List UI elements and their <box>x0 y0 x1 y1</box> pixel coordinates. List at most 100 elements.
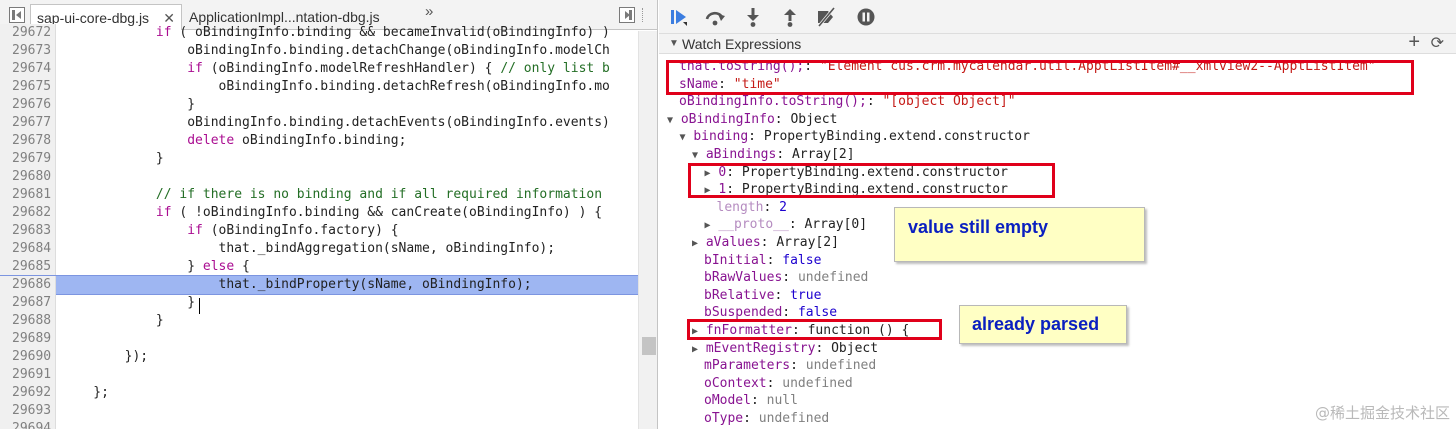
code-line[interactable]: 29679 } <box>0 150 638 168</box>
code-text: }); <box>62 349 149 364</box>
collapsed-arrow-icon[interactable]: ▶ <box>692 344 698 355</box>
code-editor[interactable]: 29672 if ( oBindingInfo.binding && becam… <box>0 24 657 429</box>
line-number[interactable]: 29684 <box>0 240 56 258</box>
line-number[interactable]: 29676 <box>0 96 56 114</box>
line-number[interactable]: 29687 <box>0 294 56 312</box>
line-number[interactable]: 29686 <box>0 276 56 294</box>
code-line[interactable]: 29691 <box>0 366 638 384</box>
more-tabs-icon[interactable]: » <box>425 3 433 20</box>
code-line[interactable]: 29684 that._bindAggregation(sName, oBind… <box>0 240 638 258</box>
watch-separator: : <box>774 287 791 303</box>
line-number[interactable]: 29672 <box>0 24 56 42</box>
watch-expressions-header[interactable]: ▼ Watch Expressions + ⟳ <box>659 32 1456 54</box>
code-line-current[interactable]: 29686 that._bindProperty(sName, oBinding… <box>0 275 639 295</box>
line-number[interactable]: 29675 <box>0 78 56 96</box>
code-line[interactable]: 29683 if (oBindingInfo.factory) { <box>0 222 638 240</box>
watch-separator: : <box>774 111 791 127</box>
scrollbar-thumb[interactable] <box>642 337 656 355</box>
code-line[interactable]: 29689 <box>0 330 638 348</box>
code-line[interactable]: 29678 delete oBindingInfo.binding; <box>0 132 638 150</box>
watch-separator: : <box>748 129 764 145</box>
code-text: delete oBindingInfo.binding; <box>187 133 407 148</box>
pause-on-exceptions-icon[interactable] <box>855 6 877 28</box>
watch-expressions-title: Watch Expressions <box>682 36 802 52</box>
line-number[interactable]: 29681 <box>0 186 56 204</box>
watch-row[interactable]: ▼ aBindings: Array[2] <box>692 146 855 164</box>
watch-row: mParameters: undefined <box>704 357 876 375</box>
add-watch-expression-icon[interactable]: + <box>1408 32 1420 52</box>
collapsed-arrow-icon[interactable]: ▶ <box>692 238 698 249</box>
watch-row[interactable]: ▶ aValues: Array[2] <box>692 234 839 252</box>
sources-panel: sap-ui-core-dbg.js ✕ ApplicationImpl...n… <box>0 0 658 429</box>
line-number[interactable]: 29685 <box>0 258 56 276</box>
watch-row[interactable]: ▶ __proto__: Array[0] <box>705 216 868 234</box>
code-line[interactable]: 29675 oBindingInfo.binding.detachRefresh… <box>0 78 638 96</box>
watch-value: Object <box>790 111 838 127</box>
code-text: } <box>62 295 196 310</box>
watch-separator: : <box>776 147 792 162</box>
code-line[interactable]: 29690 }); <box>0 348 638 366</box>
line-number[interactable]: 29688 <box>0 312 56 330</box>
collapse-arrow-icon[interactable]: ▼ <box>669 34 679 54</box>
line-number[interactable]: 29689 <box>0 330 56 348</box>
line-number[interactable]: 29674 <box>0 60 56 78</box>
line-number[interactable]: 29691 <box>0 366 56 384</box>
code-line[interactable]: 29688 } <box>0 312 638 330</box>
line-number[interactable]: 29680 <box>0 168 56 186</box>
watch-value: 2 <box>779 199 787 215</box>
step-out-icon[interactable] <box>779 6 801 28</box>
line-number[interactable]: 29677 <box>0 114 56 132</box>
watch-row[interactable]: ▼ binding: PropertyBinding.extend.constr… <box>680 128 1030 146</box>
code-text: } <box>62 97 196 112</box>
code-line[interactable]: 29672 if ( oBindingInfo.binding && becam… <box>0 24 638 42</box>
step-over-icon[interactable] <box>704 6 726 28</box>
watch-row: bInitial: false <box>704 252 821 270</box>
code-line[interactable]: 29673 oBindingInfo.binding.detachChange(… <box>0 42 638 60</box>
watch-separator: : <box>790 358 806 374</box>
line-number[interactable]: 29690 <box>0 348 56 366</box>
toggle-navigator-icon[interactable] <box>9 7 25 23</box>
line-number[interactable]: 29693 <box>0 402 56 420</box>
code-line[interactable]: 29681 // if there is no binding and if a… <box>0 186 638 204</box>
text-cursor <box>199 298 200 314</box>
deactivate-breakpoints-icon[interactable] <box>815 6 837 28</box>
expanded-arrow-icon[interactable]: ▼ <box>667 115 673 126</box>
collapsed-arrow-icon[interactable]: ▶ <box>705 220 711 231</box>
watch-separator: : <box>782 270 798 286</box>
watch-row[interactable]: ▶ mEventRegistry: Object <box>692 340 878 358</box>
watch-row[interactable]: ▼ oBindingInfo: Object <box>667 111 837 129</box>
code-line[interactable]: 29693 <box>0 402 638 420</box>
refresh-icon[interactable]: ⟳ <box>1431 34 1444 54</box>
watch-value: undefined <box>782 375 853 391</box>
code-line[interactable]: 29677 oBindingInfo.binding.detachEvents(… <box>0 114 638 132</box>
expanded-arrow-icon[interactable]: ▼ <box>692 150 698 161</box>
watch-row: oBindingInfo.toString();: "[object Objec… <box>679 93 1016 111</box>
code-line[interactable]: 29692 }; <box>0 384 638 402</box>
code-line[interactable]: 29680 <box>0 168 638 186</box>
editor-scrollbar[interactable] <box>638 31 657 429</box>
code-line[interactable]: 29682 if ( !oBindingInfo.binding && canC… <box>0 204 638 222</box>
line-number[interactable]: 29678 <box>0 132 56 150</box>
step-into-icon[interactable] <box>742 6 764 28</box>
code-text: // if there is no binding and if all req… <box>155 187 603 202</box>
code-line[interactable]: 29694 <box>0 420 638 429</box>
line-number[interactable]: 29682 <box>0 204 56 222</box>
line-number[interactable]: 29692 <box>0 384 56 402</box>
watch-row: oContext: undefined <box>704 375 853 393</box>
line-number[interactable]: 29679 <box>0 150 56 168</box>
annotation-box-fnformatter <box>687 319 942 340</box>
watch-name: oModel <box>704 393 751 409</box>
expanded-arrow-icon[interactable]: ▼ <box>680 132 686 143</box>
line-number[interactable]: 29683 <box>0 222 56 240</box>
code-line[interactable]: 29687 } <box>0 294 638 312</box>
code-line[interactable]: 29676 } <box>0 96 638 114</box>
code-line[interactable]: 29674 if (oBindingInfo.modelRefreshHandl… <box>0 60 638 78</box>
resume-icon[interactable] <box>667 6 689 28</box>
toggle-debugger-sidebar-icon[interactable] <box>619 7 635 23</box>
watch-name: oBindingInfo.toString(); <box>679 94 867 110</box>
watch-name: bRawValues <box>704 270 783 286</box>
watch-name: aValues <box>705 235 761 250</box>
line-number[interactable]: 29694 <box>0 420 56 429</box>
code-line[interactable]: 29685 } else { <box>0 258 638 276</box>
line-number[interactable]: 29673 <box>0 42 56 60</box>
